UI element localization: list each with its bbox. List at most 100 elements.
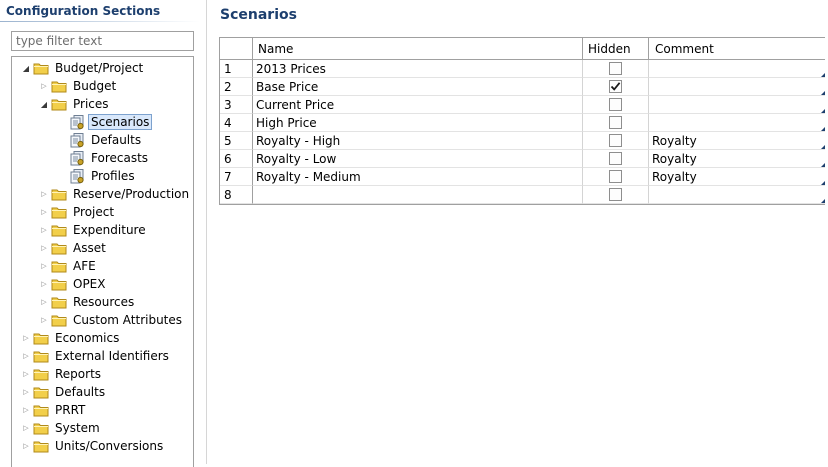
table-row[interactable]: 4 High Price [220, 114, 825, 132]
row-number[interactable]: 2 [220, 78, 253, 96]
comment-cell[interactable] [649, 60, 825, 78]
tree-item-label: Budget/Project [55, 61, 144, 75]
tree-item-custom-attributes[interactable]: ▷ Custom Attributes [39, 311, 185, 329]
table-body: 1 2013 Prices 2 Base Price 3 Current Price 4 Hi… [220, 60, 825, 204]
collapsed-arrow-icon[interactable]: ▷ [39, 77, 49, 95]
comment-cell[interactable] [649, 78, 825, 96]
comment-cell[interactable]: Royalty [649, 132, 825, 150]
tree-item-asset[interactable]: ▷ Asset [39, 239, 109, 257]
column-header-comment[interactable]: Comment [649, 38, 825, 60]
collapsed-arrow-icon[interactable]: ▷ [39, 311, 49, 329]
tree-item-expenditure[interactable]: ▷ Expenditure [39, 221, 149, 239]
collapsed-arrow-icon[interactable]: ▷ [39, 257, 49, 275]
name-cell[interactable]: Royalty - Medium [253, 168, 583, 186]
expanded-arrow-icon[interactable]: ◢ [21, 59, 31, 77]
hidden-checkbox[interactable] [609, 170, 622, 183]
tree-item-prices[interactable]: ◢ Prices [39, 95, 112, 113]
name-cell[interactable]: Royalty - High [253, 132, 583, 150]
collapsed-arrow-icon[interactable]: ▷ [21, 329, 31, 347]
tree-item-label: Economics [55, 331, 120, 345]
comment-cell[interactable] [649, 114, 825, 132]
collapsed-arrow-icon[interactable]: ▷ [21, 437, 31, 455]
collapsed-arrow-icon[interactable]: ▷ [39, 275, 49, 293]
collapsed-arrow-icon[interactable]: ▷ [39, 293, 49, 311]
panel-splitter[interactable] [206, 0, 207, 464]
hidden-checkbox[interactable] [609, 116, 622, 129]
config-page-icon [69, 132, 85, 148]
tree-item-forecasts[interactable]: Forecasts [57, 149, 151, 167]
collapsed-arrow-icon[interactable]: ▷ [21, 383, 31, 401]
expanded-arrow-icon[interactable]: ◢ [39, 95, 49, 113]
editable-corner-icon [821, 199, 825, 203]
tree-item-reports[interactable]: ▷ Reports [21, 365, 104, 383]
comment-cell[interactable] [649, 186, 825, 204]
row-number[interactable]: 5 [220, 132, 253, 150]
comment-cell[interactable]: Royalty [649, 150, 825, 168]
row-number[interactable]: 4 [220, 114, 253, 132]
folder-icon [33, 438, 49, 454]
tree-item-reserve-production[interactable]: ▷ Reserve/Production [39, 185, 192, 203]
hidden-checkbox[interactable] [609, 98, 622, 111]
tree-item-profiles[interactable]: Profiles [57, 167, 138, 185]
collapsed-arrow-icon[interactable]: ▷ [39, 185, 49, 203]
collapsed-arrow-icon[interactable]: ▷ [21, 347, 31, 365]
collapsed-arrow-icon[interactable]: ▷ [21, 365, 31, 383]
tree-item-opex[interactable]: ▷ OPEX [39, 275, 108, 293]
name-cell[interactable] [253, 186, 583, 204]
folder-icon [51, 186, 67, 202]
tree-item-economics[interactable]: ▷ Economics [21, 329, 122, 347]
tree-item-system[interactable]: ▷ System [21, 419, 103, 437]
hidden-checkbox[interactable] [609, 62, 622, 75]
hidden-checkbox[interactable] [609, 152, 622, 165]
collapsed-arrow-icon[interactable]: ▷ [39, 239, 49, 257]
comment-cell[interactable]: Royalty [649, 168, 825, 186]
tree-item-resources[interactable]: ▷ Resources [39, 293, 137, 311]
table-row[interactable]: 6 Royalty - Low Royalty [220, 150, 825, 168]
column-header-name[interactable]: Name [253, 38, 583, 60]
config-page-icon [69, 150, 85, 166]
row-number[interactable]: 7 [220, 168, 253, 186]
collapsed-arrow-icon[interactable]: ▷ [39, 203, 49, 221]
filter-input[interactable] [11, 31, 194, 51]
hidden-checkbox[interactable] [609, 134, 622, 147]
name-cell[interactable]: Current Price [253, 96, 583, 114]
hidden-checkbox-checked[interactable] [609, 80, 622, 93]
tree-item-external-identifiers[interactable]: ▷ External Identifiers [21, 347, 172, 365]
comment-cell[interactable] [649, 96, 825, 114]
column-header-number[interactable] [220, 38, 253, 60]
hidden-checkbox[interactable] [609, 188, 622, 201]
row-number[interactable]: 3 [220, 96, 253, 114]
row-number[interactable]: 6 [220, 150, 253, 168]
tree-item-label: OPEX [73, 277, 106, 291]
name-cell[interactable]: 2013 Prices [253, 60, 583, 78]
name-cell[interactable]: High Price [253, 114, 583, 132]
table-row[interactable]: 8 [220, 186, 825, 204]
table-row[interactable]: 3 Current Price [220, 96, 825, 114]
name-cell[interactable]: Royalty - Low [253, 150, 583, 168]
hidden-cell [583, 78, 649, 96]
comment-text: Royalty [652, 151, 697, 166]
tree-item-defaults[interactable]: Defaults [57, 131, 144, 149]
tree-item-scenarios[interactable]: Scenarios [57, 113, 153, 131]
name-cell[interactable]: Base Price [253, 78, 583, 96]
tree-item-project[interactable]: ▷ Project [39, 203, 117, 221]
collapsed-arrow-icon[interactable]: ▷ [21, 419, 31, 437]
tree-item-label: Budget [73, 79, 117, 93]
table-row[interactable]: 5 Royalty - High Royalty [220, 132, 825, 150]
configuration-sections-panel: Configuration Sections ◢ Budget/Project ▷ B… [0, 0, 206, 467]
row-number[interactable]: 8 [220, 186, 253, 204]
collapsed-arrow-icon[interactable]: ▷ [39, 221, 49, 239]
table-row[interactable]: 1 2013 Prices [220, 60, 825, 78]
tree-item-budget[interactable]: ▷ Budget [39, 77, 119, 95]
table-row[interactable]: 7 Royalty - Medium Royalty [220, 168, 825, 186]
row-number[interactable]: 1 [220, 60, 253, 78]
tree-item-budget-project[interactable]: ◢ Budget/Project [21, 59, 146, 77]
tree-item-afe[interactable]: ▷ AFE [39, 257, 99, 275]
tree-item-prrt[interactable]: ▷ PRRT [21, 401, 88, 419]
tree-item-defaults[interactable]: ▷ Defaults [21, 383, 108, 401]
table-row[interactable]: 2 Base Price [220, 78, 825, 96]
collapsed-arrow-icon[interactable]: ▷ [21, 401, 31, 419]
column-header-hidden[interactable]: Hidden [583, 38, 649, 60]
tree-item-units-conversions[interactable]: ▷ Units/Conversions [21, 437, 166, 455]
